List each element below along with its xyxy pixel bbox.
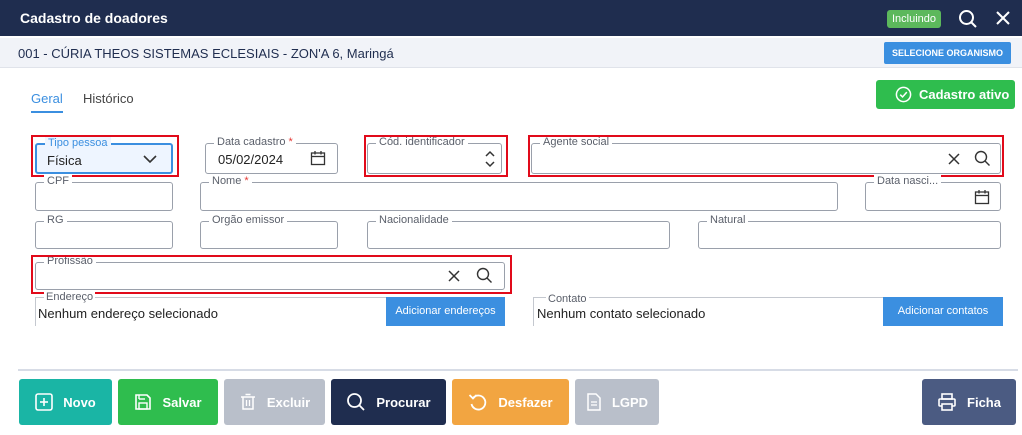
active-tab-indicator	[31, 111, 63, 113]
rg-label: RG	[44, 214, 67, 226]
save-icon	[135, 394, 152, 410]
close-icon[interactable]	[995, 10, 1011, 26]
printer-icon	[938, 393, 956, 411]
data-cadastro-label: Data cadastro *	[214, 136, 296, 148]
organization-label: 001 - CÚRIA THEOS SISTEMAS ECLESIAIS - Z…	[18, 46, 394, 61]
cpf-field[interactable]: CPF	[35, 175, 173, 211]
procurar-button[interactable]: Procurar	[331, 379, 446, 425]
desfazer-label: Desfazer	[498, 394, 553, 410]
endereco-value: Nenhum endereço selecionado	[38, 306, 218, 321]
natural-label: Natural	[707, 214, 749, 226]
excluir-button[interactable]: Excluir	[224, 379, 325, 425]
document-icon	[587, 393, 601, 411]
nacionalidade-field[interactable]: Nacionalidade	[367, 214, 670, 249]
nome-field[interactable]: Nome *	[200, 175, 838, 211]
novo-button[interactable]: Novo	[19, 379, 112, 425]
organization-bar: 001 - CÚRIA THEOS SISTEMAS ECLESIAIS - Z…	[0, 38, 1022, 68]
contato-label: Contato	[546, 293, 589, 305]
orgao-emissor-field[interactable]: Orgão emissor	[200, 214, 338, 249]
excluir-label: Excluir	[266, 394, 311, 410]
lgpd-label: LGPD	[611, 394, 649, 410]
mode-badge: Incluindo	[887, 10, 941, 28]
rg-field[interactable]: RG	[35, 214, 173, 249]
data-cadastro-field[interactable]: Data cadastro * 05/02/2024	[205, 136, 338, 174]
highlight-box	[31, 255, 512, 294]
highlight-box	[31, 135, 179, 177]
ficha-button[interactable]: Ficha	[922, 379, 1016, 425]
window-title: Cadastro de doadores	[20, 10, 168, 26]
undo-icon	[469, 394, 487, 411]
highlight-box	[528, 135, 1004, 177]
check-circle-icon	[895, 86, 912, 103]
trash-icon	[240, 393, 255, 410]
data-cadastro-value: 05/02/2024	[218, 152, 284, 167]
data-nascimento-field[interactable]: Data nasci...	[865, 175, 1001, 211]
plus-square-icon	[35, 393, 54, 411]
procurar-label: Procurar	[376, 394, 431, 410]
novo-label: Novo	[63, 394, 96, 410]
calendar-icon[interactable]	[310, 150, 326, 166]
cpf-label: CPF	[44, 175, 72, 187]
search-icon[interactable]	[958, 9, 978, 29]
salvar-label: Salvar	[162, 394, 202, 410]
calendar-icon[interactable]	[974, 189, 990, 205]
title-bar: Cadastro de doadores Incluindo	[0, 0, 1022, 36]
nome-label: Nome *	[209, 175, 252, 187]
natural-field[interactable]: Natural	[698, 214, 1001, 249]
divider	[18, 369, 1018, 371]
ficha-label: Ficha	[967, 394, 1001, 410]
tab-historico[interactable]: Histórico	[83, 91, 134, 106]
salvar-button[interactable]: Salvar	[118, 379, 218, 425]
endereco-label: Endereço	[44, 291, 96, 303]
search-icon	[347, 393, 366, 411]
lgpd-button[interactable]: LGPD	[575, 379, 659, 425]
add-contact-button[interactable]: Adicionar contatos	[883, 297, 1003, 326]
add-address-button[interactable]: Adicionar endereços	[386, 297, 505, 326]
select-organization-button[interactable]: SELECIONE ORGANISMO	[884, 42, 1011, 64]
highlight-box	[364, 135, 508, 177]
contato-value: Nenhum contato selecionado	[537, 306, 706, 321]
tab-geral[interactable]: Geral	[31, 91, 63, 106]
nacionalidade-label: Nacionalidade	[376, 214, 452, 226]
data-nascimento-label: Data nasci...	[874, 175, 942, 187]
cadastro-ativo-button[interactable]: Cadastro ativo	[876, 80, 1015, 109]
orgao-emissor-label: Orgão emissor	[209, 214, 288, 226]
desfazer-button[interactable]: Desfazer	[452, 379, 569, 425]
cadastro-ativo-label: Cadastro ativo	[919, 87, 1010, 102]
